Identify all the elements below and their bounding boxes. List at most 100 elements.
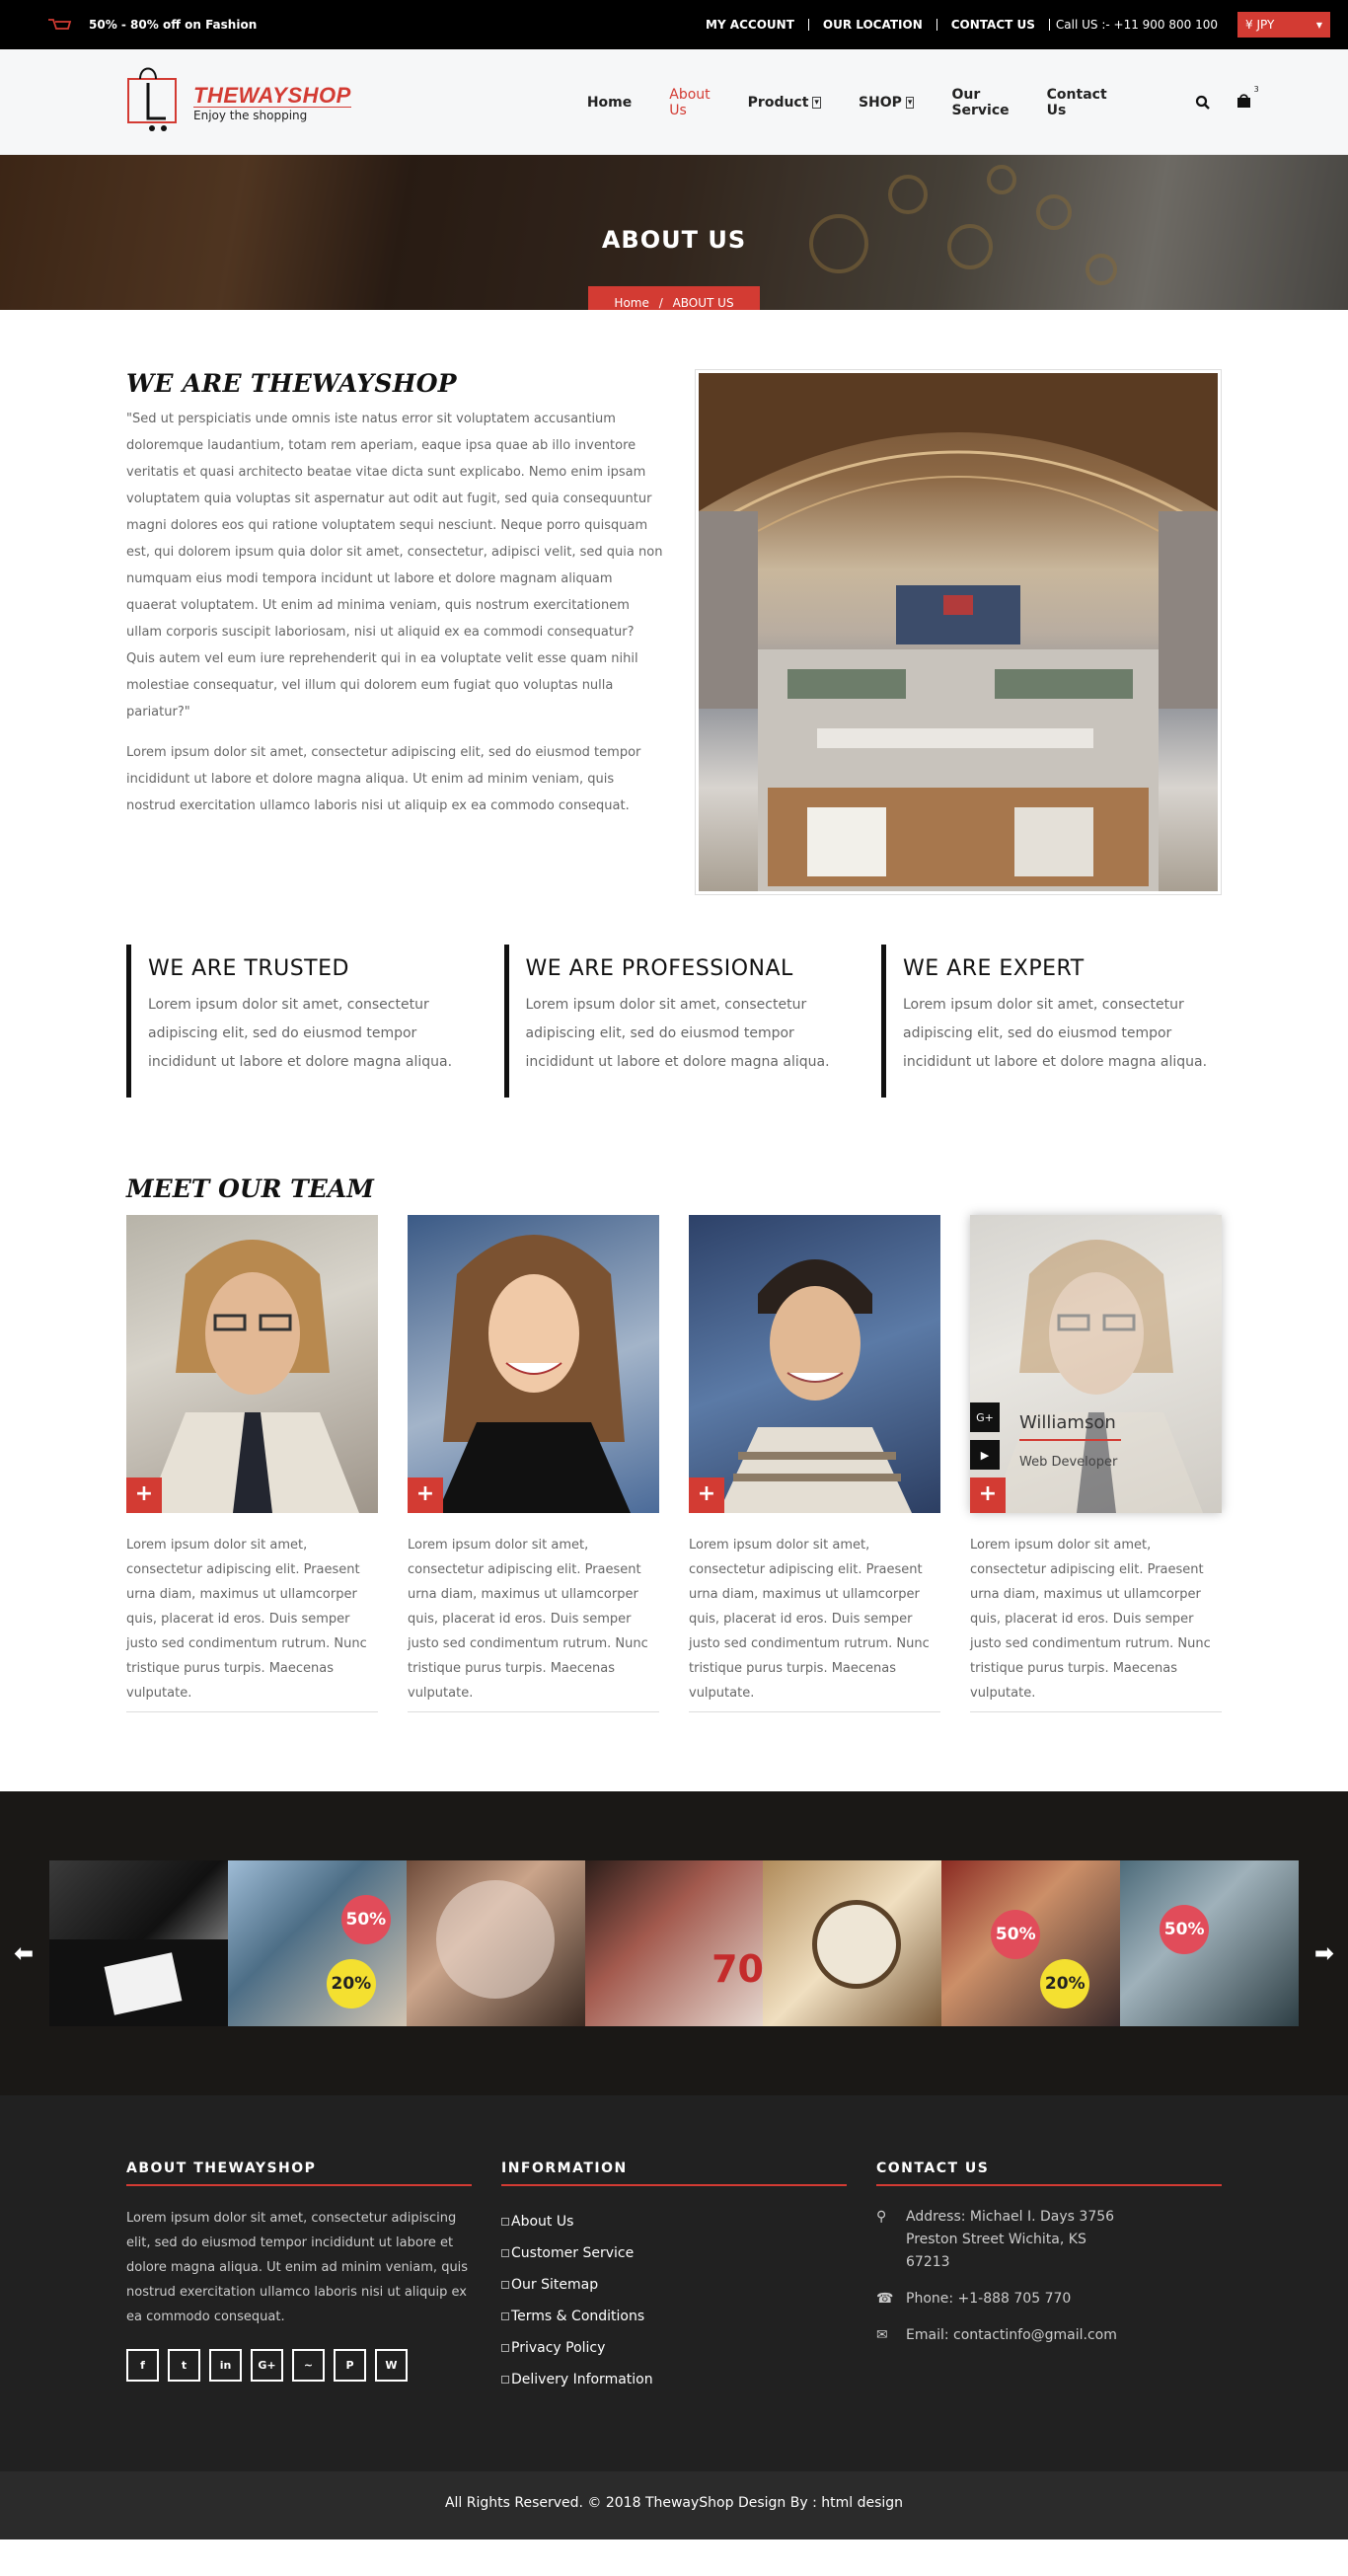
contact-address-text: Address: Michael I. Days 3756 Preston St…	[906, 2209, 1115, 2270]
our-location-link[interactable]: OUR LOCATION	[809, 19, 937, 31]
dropdown-icon: ▾	[905, 96, 915, 109]
contact-us-link[interactable]: CONTACT US	[937, 19, 1050, 31]
team-member: + Lorem ipsum dolor sit amet, consectetu…	[126, 1215, 378, 1712]
my-account-link[interactable]: MY ACCOUNT	[692, 19, 809, 31]
gallery-item[interactable]: 20% 50%	[227, 1860, 407, 2026]
market-hall-image	[695, 369, 1222, 895]
twitter-icon[interactable]: t	[168, 2349, 200, 2382]
nav-product[interactable]: Product ▾	[729, 95, 840, 111]
team-member: + Lorem ipsum dolor sit amet, consectetu…	[689, 1215, 940, 1712]
facebook-icon[interactable]: f	[126, 2349, 159, 2382]
breadcrumb-home[interactable]: Home	[614, 296, 648, 310]
nav-about-us[interactable]: About Us	[650, 87, 728, 118]
footer-link-terms[interactable]: Terms & Conditions	[501, 2301, 847, 2332]
footer-link-privacy[interactable]: Privacy Policy	[501, 2332, 847, 2364]
expand-plus-button[interactable]: +	[126, 1477, 162, 1513]
expand-plus-button[interactable]: +	[689, 1477, 724, 1513]
footer-about: ABOUT THEWAYSHOP Lorem ipsum dolor sit a…	[126, 2160, 472, 2395]
expand-plus-button[interactable]: +	[408, 1477, 443, 1513]
link-bullet-icon	[501, 2249, 509, 2257]
gallery-item[interactable]: 70	[584, 1860, 764, 2026]
gallery-item[interactable]	[49, 1860, 228, 2026]
contact-email: ✉ Email: contactinfo@gmail.com	[876, 2324, 1222, 2347]
portrait-illustration	[437, 1235, 631, 1513]
discount-badge: 70	[711, 1947, 764, 1991]
gallery-item[interactable]: 50%	[1120, 1860, 1299, 2026]
feature-title: WE ARE PROFESSIONAL	[525, 956, 793, 981]
team-section: MEET OUR TEAM + Lorem ipsum dolor sit am…	[0, 1174, 1348, 1712]
currency-select[interactable]: ¥ JPY ▼	[1237, 12, 1330, 38]
google-plus-icon[interactable]: G+	[970, 1402, 1000, 1432]
expand-plus-button[interactable]: +	[970, 1477, 1006, 1513]
shopping-bag-logo-icon	[127, 67, 177, 131]
logo-name: THEWAYSHOP	[193, 82, 351, 108]
nav-contact-us[interactable]: Contact Us	[1028, 87, 1126, 118]
portrait-illustration	[146, 1240, 359, 1513]
footer-link-about-us[interactable]: About Us	[501, 2206, 847, 2237]
gallery-item[interactable]	[763, 1860, 942, 2026]
cart-button[interactable]: 3	[1236, 85, 1259, 113]
youtube-icon[interactable]: ▶	[970, 1440, 1000, 1470]
site-footer: ABOUT THEWAYSHOP Lorem ipsum dolor sit a…	[0, 2095, 1348, 2471]
offer-banner[interactable]: 50% - 80% off on Fashion	[47, 18, 257, 32]
google-plus-icon[interactable]: G+	[251, 2349, 283, 2382]
pinterest-icon[interactable]: P	[334, 2349, 366, 2382]
feature-title: WE ARE EXPERT	[903, 956, 1085, 981]
feature-professional: WE ARE PROFESSIONAL Lorem ipsum dolor si…	[503, 945, 845, 1098]
footer-link-label: Terms & Conditions	[511, 2309, 645, 2324]
feature-title: WE ARE TRUSTED	[148, 956, 349, 981]
about-paragraph-2: Lorem ipsum dolor sit amet, consectetur …	[126, 745, 641, 813]
nav-shop[interactable]: SHOP ▾	[840, 95, 934, 111]
feature-trusted: WE ARE TRUSTED Lorem ipsum dolor sit ame…	[126, 945, 467, 1098]
arrow-right-icon[interactable]: ➡	[1314, 1939, 1334, 1967]
footer-link-customer-service[interactable]: Customer Service	[501, 2237, 847, 2269]
chevron-down-icon: ▼	[1315, 20, 1322, 30]
footer-info-title: INFORMATION	[501, 2160, 847, 2186]
arrow-left-icon[interactable]: ⬅	[14, 1939, 34, 1967]
footer-link-sitemap[interactable]: Our Sitemap	[501, 2269, 847, 2301]
whatsapp-icon[interactable]: W	[375, 2349, 408, 2382]
discount-badge: 20%	[326, 1959, 376, 2008]
gallery-item[interactable]: 50% 20%	[941, 1860, 1121, 2026]
footer-contact-title: CONTACT US	[876, 2160, 1222, 2186]
nav-home[interactable]: Home	[568, 95, 650, 111]
contact-address: ⚲ Address: Michael I. Days 3756 Preston …	[876, 2206, 1222, 2274]
team-member-bio: Lorem ipsum dolor sit amet, consectetur …	[689, 1533, 940, 1712]
footer-link-label: Customer Service	[511, 2245, 635, 2261]
nav-shop-label: SHOP	[858, 94, 902, 111]
search-icon[interactable]	[1195, 95, 1211, 111]
cart-count: 3	[1253, 84, 1259, 94]
site-logo[interactable]: THEWAYSHOP Enjoy the shopping	[126, 63, 351, 142]
portrait-illustration	[718, 1259, 912, 1513]
nav-our-service[interactable]: Our Service	[933, 87, 1027, 118]
link-bullet-icon	[501, 2376, 509, 2384]
footer-information: INFORMATION About Us Customer Service Ou…	[501, 2160, 847, 2395]
social-links: G+ ▶	[970, 1402, 1000, 1470]
discount-badge: 50%	[340, 1895, 391, 1944]
linkedin-icon[interactable]: in	[209, 2349, 242, 2382]
footer-link-label: Our Sitemap	[511, 2277, 599, 2293]
rss-icon[interactable]: ~	[292, 2349, 325, 2382]
link-bullet-icon	[501, 2281, 509, 2289]
footer-about-title: ABOUT THEWAYSHOP	[126, 2160, 472, 2186]
cart-icon	[48, 19, 72, 30]
phone-icon: ☎	[876, 2291, 894, 2307]
member-role: Web Developer	[1019, 1455, 1118, 1470]
market-illustration	[699, 373, 1218, 891]
team-member-bio: Lorem ipsum dolor sit amet, consectetur …	[970, 1533, 1222, 1712]
member-name: Williamson	[1019, 1412, 1116, 1433]
page-banner: ABOUT US Home / ABOUT US	[0, 155, 1348, 310]
feature-expert: WE ARE EXPERT Lorem ipsum dolor sit amet…	[881, 945, 1222, 1098]
contact-email-text[interactable]: Email: contactinfo@gmail.com	[906, 2324, 1117, 2347]
contact-phone-text[interactable]: Phone: +1-888 705 770	[906, 2288, 1071, 2311]
feature-text: Lorem ipsum dolor sit amet, consectetur …	[148, 997, 453, 1070]
team-member-photo: +	[126, 1215, 378, 1513]
footer-link-delivery[interactable]: Delivery Information	[501, 2364, 847, 2395]
contact-phone: ☎ Phone: +1-888 705 770	[876, 2288, 1222, 2311]
envelope-icon: ✉	[876, 2327, 888, 2343]
team-member-photo: +	[408, 1215, 659, 1513]
member-info-overlay: Williamson Web Developer	[1019, 1412, 1121, 1470]
discount-badge: 20%	[1040, 1959, 1090, 2008]
gallery-item[interactable]	[406, 1860, 585, 2026]
team-member: + Lorem ipsum dolor sit amet, consectetu…	[408, 1215, 659, 1712]
